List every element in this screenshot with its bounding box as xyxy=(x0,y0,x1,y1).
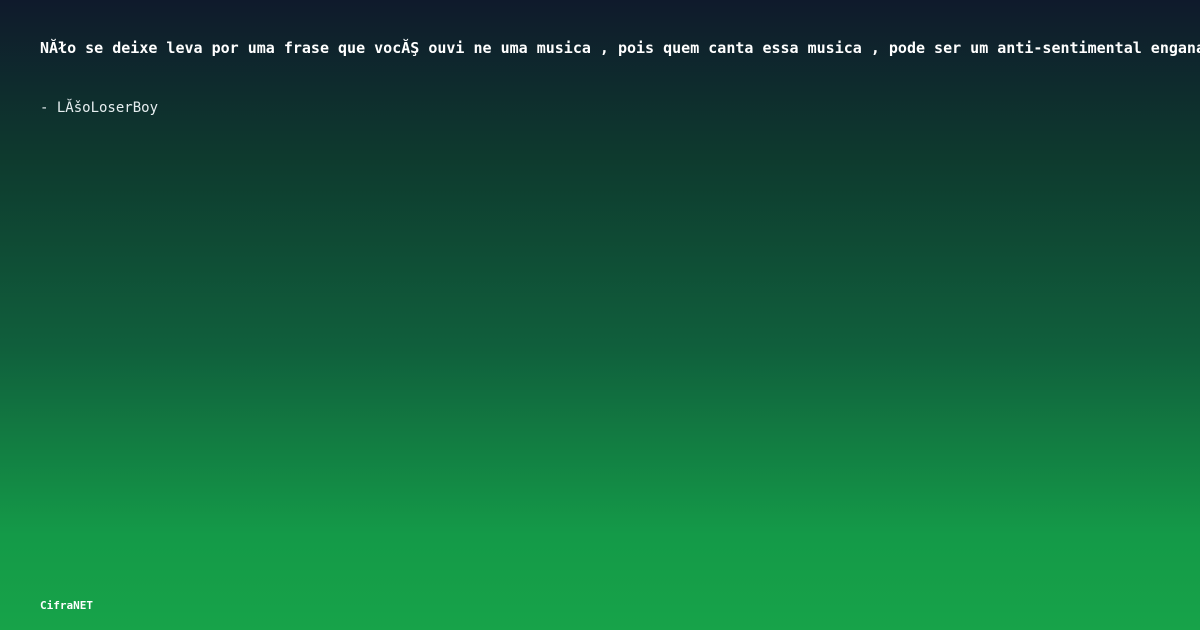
quote-text: NĂło se deixe leva por uma frase que voc… xyxy=(40,39,1200,57)
quote-author: - LĂšoLoserBoy xyxy=(40,100,159,116)
brand-logo: CifraNET xyxy=(40,599,93,612)
